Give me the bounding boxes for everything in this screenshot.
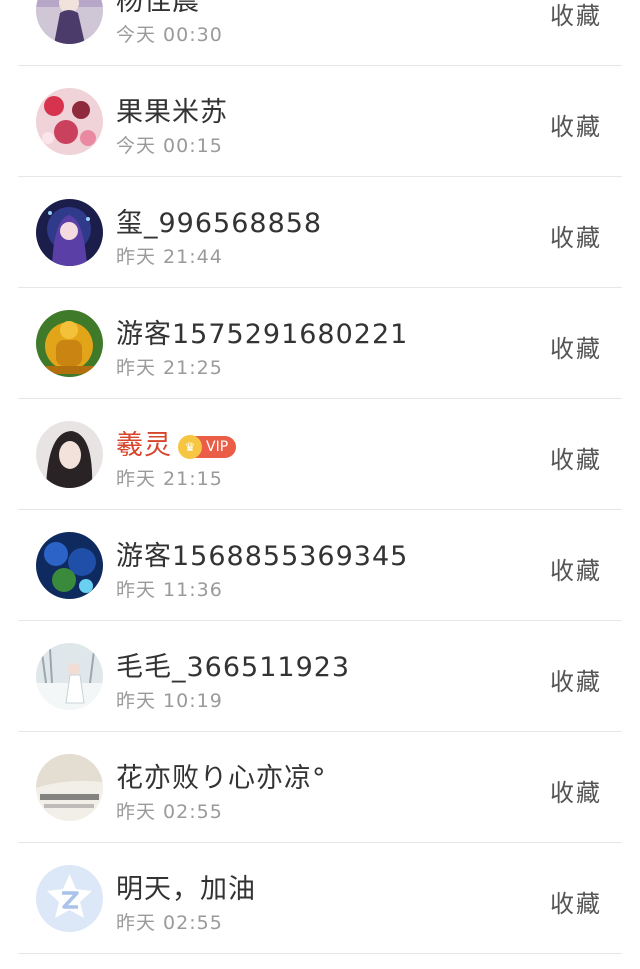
favorite-button[interactable]: 收藏 bbox=[550, 0, 602, 31]
crown-icon: ♛ bbox=[178, 434, 202, 459]
visit-time: 昨天 21:44 bbox=[116, 246, 223, 268]
avatar[interactable] bbox=[36, 754, 103, 821]
favorite-button[interactable]: 收藏 bbox=[550, 329, 602, 364]
visit-time: 昨天 02:55 bbox=[116, 912, 223, 934]
avatar[interactable] bbox=[36, 532, 103, 599]
visit-time: 昨天 02:55 bbox=[116, 801, 223, 823]
user-name: 果果米苏 bbox=[116, 97, 228, 128]
favorite-button[interactable]: 收藏 bbox=[550, 218, 602, 253]
visit-time: 昨天 10:19 bbox=[116, 690, 223, 712]
user-name: 杨佳晨 bbox=[116, 0, 200, 17]
avatar[interactable] bbox=[36, 310, 103, 377]
user-name: 羲灵 ♛ VIP bbox=[116, 423, 237, 462]
visit-time: 今天 00:15 bbox=[116, 135, 223, 157]
list-item[interactable]: 花亦败り心亦凉° 昨天 02:55 收藏 bbox=[18, 732, 622, 843]
favorite-button[interactable]: 收藏 bbox=[550, 884, 602, 919]
list-item[interactable]: 游客1568855369345 昨天 11:36 收藏 bbox=[18, 510, 622, 621]
avatar[interactable] bbox=[36, 421, 103, 488]
list-item[interactable]: 游客1575291680221 昨天 21:25 收藏 bbox=[18, 288, 622, 399]
user-name: 毛毛_366511923 bbox=[116, 652, 351, 683]
list-item[interactable]: 玺_996568858 昨天 21:44 收藏 bbox=[18, 177, 622, 288]
user-name: 游客1575291680221 bbox=[116, 319, 409, 350]
list-item[interactable]: 杨佳晨 今天 00:30 收藏 bbox=[18, 0, 622, 66]
favorite-button[interactable]: 收藏 bbox=[550, 551, 602, 586]
avatar[interactable] bbox=[36, 88, 103, 155]
vip-label: VIP bbox=[206, 438, 229, 455]
favorite-button[interactable]: 收藏 bbox=[550, 107, 602, 142]
user-name: 花亦败り心亦凉° bbox=[116, 763, 327, 794]
visit-time: 昨天 11:36 bbox=[116, 579, 223, 601]
user-name: 明天，加油 bbox=[116, 874, 256, 905]
visit-time: 昨天 21:25 bbox=[116, 357, 223, 379]
user-name-text: 羲灵 bbox=[116, 430, 172, 461]
list-item[interactable]: 明天，加油 昨天 02:55 收藏 bbox=[18, 843, 622, 954]
user-name: 游客1568855369345 bbox=[116, 541, 409, 572]
visitor-list: 杨佳晨 今天 00:30 收藏 果果米苏 今天 00:15 收藏 玺_99656… bbox=[0, 0, 640, 954]
visit-time: 今天 00:30 bbox=[116, 24, 223, 46]
visit-time: 昨天 21:15 bbox=[116, 468, 223, 490]
avatar[interactable] bbox=[36, 199, 103, 266]
avatar[interactable] bbox=[36, 643, 103, 710]
favorite-button[interactable]: 收藏 bbox=[550, 773, 602, 808]
avatar[interactable] bbox=[36, 865, 103, 932]
list-item[interactable]: 毛毛_366511923 昨天 10:19 收藏 bbox=[18, 621, 622, 732]
favorite-button[interactable]: 收藏 bbox=[550, 662, 602, 697]
list-item[interactable]: 果果米苏 今天 00:15 收藏 bbox=[18, 66, 622, 177]
user-name: 玺_996568858 bbox=[116, 208, 323, 239]
vip-badge: ♛ VIP bbox=[178, 434, 237, 459]
avatar[interactable] bbox=[36, 0, 103, 44]
favorite-button[interactable]: 收藏 bbox=[550, 440, 602, 475]
list-item[interactable]: 羲灵 ♛ VIP 昨天 21:15 收藏 bbox=[18, 399, 622, 510]
